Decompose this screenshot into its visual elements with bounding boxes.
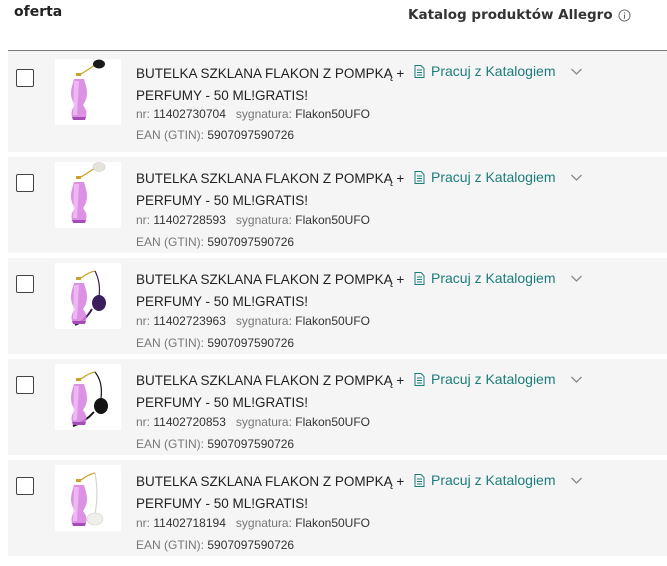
atomizer-bulb xyxy=(92,295,106,311)
offer-number: 11402730704 xyxy=(153,107,226,121)
column-header-catalog: Katalog produktów Allegro xyxy=(408,7,631,23)
catalog-action-label: Pracuj z Katalogiem xyxy=(431,472,556,488)
offer-checkbox[interactable] xyxy=(16,174,34,192)
offer-ean-line: EAN (GTIN): 5907097590726 xyxy=(136,538,294,552)
offer-ean-line: EAN (GTIN): 5907097590726 xyxy=(136,128,294,142)
chevron-down-icon xyxy=(570,65,583,78)
info-icon[interactable] xyxy=(618,8,631,22)
offer-number: 11402728593 xyxy=(153,213,226,227)
ean-label: EAN (GTIN): xyxy=(136,235,204,249)
perfume-bottle-image xyxy=(71,371,108,427)
catalog-action-label: Pracuj z Katalogiem xyxy=(431,270,556,286)
chevron-down-icon xyxy=(570,373,583,386)
offer-ean: 5907097590726 xyxy=(207,437,295,451)
offer-ids: nr: 11402730704 sygnatura: Flakon50UFO xyxy=(136,107,370,121)
offer-ean: 5907097590726 xyxy=(207,235,295,249)
offer-ean-line: EAN (GTIN): 5907097590726 xyxy=(136,437,294,451)
offer-row: BUTELKA SZKLANA FLAKON Z POMPKĄ + PERFUM… xyxy=(8,152,667,253)
offer-checkbox[interactable] xyxy=(16,376,34,394)
work-with-catalog-dropdown[interactable]: Pracuj z Katalogiem xyxy=(414,270,583,286)
offer-title[interactable]: BUTELKA SZKLANA FLAKON Z POMPKĄ + PERFUM… xyxy=(136,63,406,107)
offer-number: 11402723963 xyxy=(153,314,226,328)
offer-row: BUTELKA SZKLANA FLAKON Z POMPKĄ + PERFUM… xyxy=(8,455,667,556)
signature-label: sygnatura: xyxy=(235,516,292,530)
offer-ean: 5907097590726 xyxy=(207,128,295,142)
document-icon xyxy=(414,271,425,285)
catalog-action-label: Pracuj z Katalogiem xyxy=(431,169,556,185)
work-with-catalog-dropdown[interactable]: Pracuj z Katalogiem xyxy=(414,472,583,488)
offer-title[interactable]: BUTELKA SZKLANA FLAKON Z POMPKĄ + PERFUM… xyxy=(136,269,406,313)
perfume-bottle-image xyxy=(71,59,105,120)
nr-label: nr: xyxy=(136,213,151,227)
signature-label: sygnatura: xyxy=(235,107,292,121)
perfume-bottle-image xyxy=(71,162,106,223)
offer-signature: Flakon50UFO xyxy=(295,213,370,227)
product-thumbnail[interactable] xyxy=(55,263,121,329)
perfume-bottle-image xyxy=(71,472,104,526)
offer-row: BUTELKA SZKLANA FLAKON Z POMPKĄ + PERFUM… xyxy=(8,51,667,152)
document-icon xyxy=(414,170,425,184)
offer-row: BUTELKA SZKLANA FLAKON Z POMPKĄ + PERFUM… xyxy=(8,253,667,354)
offer-title[interactable]: BUTELKA SZKLANA FLAKON Z POMPKĄ + PERFUM… xyxy=(136,370,406,414)
catalog-action-label: Pracuj z Katalogiem xyxy=(431,371,556,387)
atomizer-bulb xyxy=(92,162,106,172)
chevron-down-icon xyxy=(570,272,583,285)
ean-label: EAN (GTIN): xyxy=(136,538,204,552)
offer-title[interactable]: BUTELKA SZKLANA FLAKON Z POMPKĄ + PERFUM… xyxy=(136,471,406,515)
document-icon xyxy=(414,64,425,78)
ean-label: EAN (GTIN): xyxy=(136,437,204,451)
chevron-down-icon xyxy=(570,474,583,487)
offer-ids: nr: 11402723963 sygnatura: Flakon50UFO xyxy=(136,314,370,328)
work-with-catalog-dropdown[interactable]: Pracuj z Katalogiem xyxy=(414,169,583,185)
product-thumbnail[interactable] xyxy=(55,364,121,430)
offer-ids: nr: 11402728593 sygnatura: Flakon50UFO xyxy=(136,213,370,227)
ean-label: EAN (GTIN): xyxy=(136,336,204,350)
work-with-catalog-dropdown[interactable]: Pracuj z Katalogiem xyxy=(414,371,583,387)
chevron-down-icon xyxy=(570,171,583,184)
signature-label: sygnatura: xyxy=(235,314,292,328)
document-icon xyxy=(414,473,425,487)
offer-list-page: oferta Katalog produktów Allegro BUTELKA… xyxy=(0,0,667,566)
offer-checkbox[interactable] xyxy=(16,275,34,293)
atomizer-bulb xyxy=(93,59,105,69)
offer-number: 11402718194 xyxy=(153,516,226,530)
offer-signature: Flakon50UFO xyxy=(295,314,370,328)
offer-signature: Flakon50UFO xyxy=(295,415,370,429)
catalog-header-label: Katalog produktów Allegro xyxy=(408,7,613,23)
atomizer-bulb xyxy=(86,512,104,526)
product-thumbnail[interactable] xyxy=(55,59,121,125)
document-icon xyxy=(414,372,425,386)
offer-title[interactable]: BUTELKA SZKLANA FLAKON Z POMPKĄ + PERFUM… xyxy=(136,168,406,212)
offer-ean-line: EAN (GTIN): 5907097590726 xyxy=(136,336,294,350)
offer-number: 11402720853 xyxy=(153,415,226,429)
offer-signature: Flakon50UFO xyxy=(295,516,370,530)
column-header-offer: oferta xyxy=(14,4,63,20)
perfume-bottle-image xyxy=(71,270,106,326)
nr-label: nr: xyxy=(136,516,151,530)
nr-label: nr: xyxy=(136,107,151,121)
offer-row: BUTELKA SZKLANA FLAKON Z POMPKĄ + PERFUM… xyxy=(8,354,667,455)
offer-checkbox[interactable] xyxy=(16,69,34,87)
offer-signature: Flakon50UFO xyxy=(295,107,370,121)
catalog-action-label: Pracuj z Katalogiem xyxy=(431,63,556,79)
atomizer-bulb xyxy=(94,398,108,414)
signature-label: sygnatura: xyxy=(235,415,292,429)
offer-ids: nr: 11402718194 sygnatura: Flakon50UFO xyxy=(136,516,370,530)
product-thumbnail[interactable] xyxy=(55,162,121,228)
nr-label: nr: xyxy=(136,415,151,429)
offer-checkbox[interactable] xyxy=(16,477,34,495)
signature-label: sygnatura: xyxy=(235,213,292,227)
offer-ean-line: EAN (GTIN): 5907097590726 xyxy=(136,235,294,249)
offer-rows: BUTELKA SZKLANA FLAKON Z POMPKĄ + PERFUM… xyxy=(8,51,667,556)
nr-label: nr: xyxy=(136,314,151,328)
offer-ean: 5907097590726 xyxy=(207,538,295,552)
offer-ean: 5907097590726 xyxy=(207,336,295,350)
product-thumbnail[interactable] xyxy=(55,465,121,531)
work-with-catalog-dropdown[interactable]: Pracuj z Katalogiem xyxy=(414,63,583,79)
ean-label: EAN (GTIN): xyxy=(136,128,204,142)
offer-ids: nr: 11402720853 sygnatura: Flakon50UFO xyxy=(136,415,370,429)
